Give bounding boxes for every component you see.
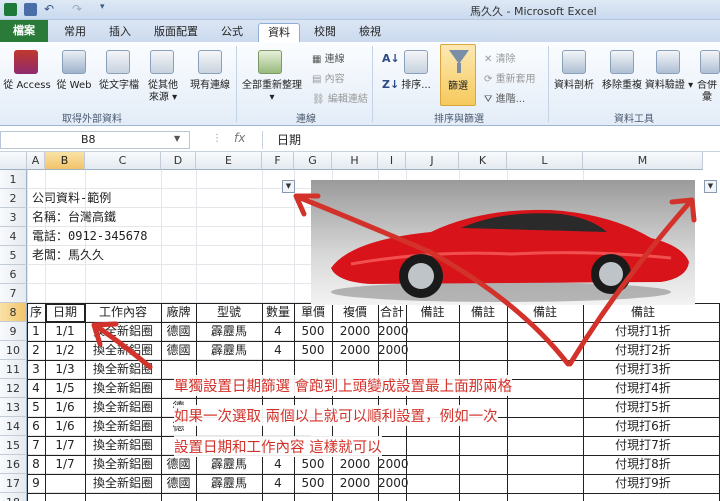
tab-review[interactable]: 校閱 <box>305 23 345 42</box>
access-icon <box>14 50 38 74</box>
remove-duplicates-button[interactable]: 移除重複 <box>598 80 646 92</box>
properties-button[interactable]: ▤ 內容 <box>312 70 345 85</box>
tab-insert[interactable]: 插入 <box>100 23 140 42</box>
name-box[interactable]: B8 <box>0 131 190 149</box>
tab-page-layout[interactable]: 版面配置 <box>147 23 205 42</box>
advanced-filter-button[interactable]: ⛛ 進階... <box>484 90 525 105</box>
clear-filter-button[interactable]: ✕ 清除 <box>484 50 516 65</box>
insert-function-icon[interactable]: fx <box>234 131 245 145</box>
formula-input[interactable]: 日期 <box>262 131 720 149</box>
sort-az-icon[interactable]: A↓ <box>382 52 400 65</box>
existing-connections-icon <box>198 50 222 74</box>
tab-file[interactable]: 檔案 <box>0 20 48 42</box>
group-data-tools: 資料工具 <box>614 114 654 125</box>
consolidate-button[interactable]: 合併彙 <box>694 80 720 104</box>
excel-app-icon[interactable] <box>4 3 17 16</box>
refresh-all-icon <box>258 50 282 74</box>
annotation-line-2: 如果一次選取 兩個以上就可以順利設置，例如一次 <box>174 405 498 426</box>
from-web-button[interactable]: 從 Web <box>52 80 96 92</box>
sort-icon <box>404 50 428 74</box>
refresh-all-button[interactable]: 全部重新整理 ▾ <box>238 80 306 104</box>
worksheet-grid[interactable]: ABCDEFGHIJKLM123456789101112131415161718… <box>0 152 720 501</box>
filter-funnel-icon <box>449 50 469 64</box>
sort-za-icon[interactable]: Z↓ <box>382 78 399 91</box>
annotation-line-1: 單獨設置日期篩選 會跑到上頭變成設置最上面那兩格 <box>174 375 513 396</box>
title-bar: ↶ ↷ ▾ 馬久久 - Microsoft Excel <box>0 0 720 20</box>
text-to-columns-icon <box>562 50 586 74</box>
customize-qat-icon[interactable]: ▾ <box>100 2 105 12</box>
group-sort-filter: 排序與篩選 <box>434 114 484 125</box>
group-separator <box>372 46 373 122</box>
other-sources-icon <box>150 50 174 74</box>
connections-button[interactable]: ▦ 連線 <box>312 50 345 65</box>
remove-duplicates-icon <box>610 50 634 74</box>
from-other-sources-button[interactable]: 從其他 來源 ▾ <box>140 80 186 104</box>
reapply-icon: ⟳ <box>484 74 496 85</box>
text-to-columns-button[interactable]: 資料剖析 <box>550 80 598 92</box>
filter-label: 篩選 <box>448 81 468 92</box>
edit-links-icon: ⛓ <box>312 94 328 105</box>
filter-funnel-stem <box>457 63 461 73</box>
filter-button[interactable]: 篩選 <box>440 44 476 106</box>
group-connections: 連線 <box>296 114 316 125</box>
annotation-line-3: 設置日期和工作內容 這樣就可以 <box>174 436 382 457</box>
undo-icon[interactable]: ↶ <box>44 2 54 16</box>
tab-formulas[interactable]: 公式 <box>212 23 252 42</box>
properties-icon: ▤ <box>312 74 325 85</box>
name-box-dropdown-icon[interactable]: ▼ <box>174 134 180 143</box>
existing-connections-button[interactable]: 現有連線 <box>186 80 234 92</box>
edit-links-button[interactable]: ⛓ 編輯連結 <box>312 90 368 105</box>
reapply-button[interactable]: ⟳ 重新套用 <box>484 70 536 85</box>
save-icon[interactable] <box>24 3 37 16</box>
formula-bar-divider-icon: ⋮ <box>212 133 222 144</box>
redo-icon[interactable]: ↷ <box>72 2 82 16</box>
group-get-external-data: 取得外部資料 <box>62 114 122 125</box>
clear-filter-icon: ✕ <box>484 54 496 65</box>
advanced-filter-icon: ⛛ <box>484 94 496 105</box>
tab-view[interactable]: 檢視 <box>350 23 390 42</box>
from-text-button[interactable]: 從文字檔 <box>96 80 142 92</box>
consolidate-icon <box>700 50 720 74</box>
group-separator <box>236 46 237 122</box>
tab-data[interactable]: 資料 <box>258 23 300 42</box>
ribbon: 從 Access 從 Web 從文字檔 從其他 來源 ▾ 現有連線 取得外部資料… <box>0 42 720 126</box>
web-icon <box>62 50 86 74</box>
from-access-button[interactable]: 從 Access <box>2 80 52 92</box>
sort-button[interactable]: 排序... <box>398 80 434 92</box>
data-validation-button[interactable]: 資料驗證 ▾ <box>644 80 694 92</box>
group-separator <box>548 46 549 122</box>
window-title: 馬久久 - Microsoft Excel <box>470 5 597 18</box>
ribbon-tabs: 檔案 常用 插入 版面配置 公式 資料 校閱 檢視 <box>0 20 720 42</box>
formula-bar: B8 ▼ ⋮ fx 日期 <box>0 128 720 152</box>
data-validation-icon <box>656 50 680 74</box>
connections-icon: ▦ <box>312 54 325 65</box>
text-file-icon <box>106 50 130 74</box>
tab-home[interactable]: 常用 <box>55 23 95 42</box>
